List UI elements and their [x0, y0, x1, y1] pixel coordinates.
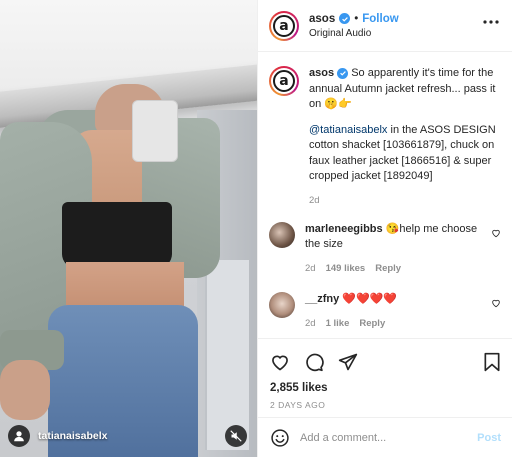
account-avatar[interactable]: a: [269, 10, 299, 41]
commenter-avatar[interactable]: [269, 221, 295, 248]
comment-icon[interactable]: [304, 352, 324, 372]
post-date[interactable]: 2 DAYS AGO: [270, 400, 501, 410]
post-video[interactable]: tatianaisabelx: [0, 0, 257, 457]
comment-time: 2d: [305, 317, 316, 329]
tagged-username: tatianaisabelx: [38, 430, 108, 442]
mute-button[interactable]: [225, 425, 247, 447]
share-icon[interactable]: [338, 352, 358, 372]
comment-item: __zfny ❤️❤️❤️❤️ 2d 1 like Reply: [269, 292, 501, 331]
header-account-name[interactable]: asos: [309, 13, 335, 25]
caption-time: 2d: [309, 194, 320, 206]
heart-icon[interactable]: [491, 228, 501, 238]
comment-likes[interactable]: 149 likes: [326, 261, 366, 277]
audio-label[interactable]: Original Audio: [309, 28, 399, 39]
verified-badge-icon: [337, 67, 349, 79]
avatar-person-icon: [8, 425, 30, 447]
heart-icon[interactable]: [270, 352, 290, 372]
mute-icon: [230, 430, 242, 442]
bookmark-icon[interactable]: [483, 352, 501, 372]
comment-reply-button[interactable]: Reply: [375, 261, 401, 277]
caption: a asos So apparently it's time for the a…: [269, 66, 501, 206]
comment-input[interactable]: [300, 431, 470, 444]
caption-account-name[interactable]: asos: [309, 67, 334, 79]
post-header: a asos • Follow Original Audio: [258, 0, 512, 52]
more-icon[interactable]: [483, 20, 499, 24]
commenter-avatar[interactable]: [269, 292, 295, 318]
instagram-post-view: tatianaisabelx a asos • Follow Original …: [0, 0, 512, 457]
tagged-user-chip[interactable]: tatianaisabelx: [8, 425, 107, 447]
comment-likes[interactable]: 1 like: [326, 316, 350, 332]
comment-item: marleneegibbs 😘help me choose the size 2…: [269, 221, 501, 277]
mention-link[interactable]: @tatianaisabelx: [309, 124, 387, 136]
verified-badge-icon: [339, 13, 351, 24]
follow-button[interactable]: Follow: [362, 13, 398, 25]
comment-time: 2d: [305, 262, 316, 274]
comment-account[interactable]: __zfny: [305, 293, 339, 305]
heart-icon[interactable]: [491, 298, 501, 308]
post-button[interactable]: Post: [477, 432, 501, 444]
comment-account[interactable]: marleneegibbs: [305, 223, 383, 235]
emoji-icon[interactable]: [270, 428, 290, 448]
comments-list[interactable]: a asos So apparently it's time for the a…: [258, 52, 512, 338]
likes-count[interactable]: 2,855 likes: [270, 382, 501, 394]
comment-reply-button[interactable]: Reply: [359, 316, 385, 332]
comment-text: ❤️❤️❤️❤️: [342, 293, 398, 305]
add-comment-bar: Post: [258, 417, 512, 457]
caption-avatar[interactable]: a: [269, 66, 299, 96]
post-panel: a asos • Follow Original Audio a asos So…: [257, 0, 512, 457]
separator-dot: •: [354, 12, 359, 25]
